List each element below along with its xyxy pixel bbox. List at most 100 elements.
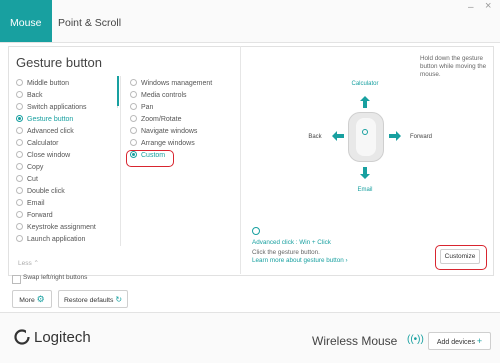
- option-label: Copy: [27, 164, 44, 171]
- option-label: Zoom/Rotate: [141, 116, 182, 123]
- wireless-signal-icon: ((•)): [407, 334, 424, 345]
- logitech-logo-icon: [14, 329, 30, 345]
- option-double-click[interactable]: Double click: [16, 186, 96, 198]
- arrow-down-icon: [360, 167, 370, 179]
- option-close-window[interactable]: Close window: [16, 150, 96, 162]
- mouse-illustration-inner: [356, 118, 376, 156]
- close-button[interactable]: ×: [485, 0, 491, 12]
- option-media-controls[interactable]: Media controls: [130, 90, 212, 102]
- gesture-instruction: Click the gesture button.: [252, 249, 320, 256]
- learn-more-link[interactable]: Learn more about gesture button ›: [252, 257, 348, 265]
- option-label: Media controls: [141, 92, 187, 99]
- option-keystroke-assignment[interactable]: Keystroke assignment: [16, 222, 96, 234]
- gesture-up-label: Calculator: [351, 81, 379, 87]
- option-copy[interactable]: Copy: [16, 162, 96, 174]
- restore-label: Restore defaults: [63, 297, 114, 304]
- gesture-right-label: Forward: [409, 134, 432, 140]
- gesture-hint: Hold down the gesture button while movin…: [420, 55, 487, 78]
- option-label: Windows management: [141, 80, 213, 87]
- tab-point-scroll[interactable]: Point & Scroll: [48, 0, 131, 42]
- learn-more-label: Learn more about gesture button: [252, 257, 344, 264]
- option-label: Gesture button: [27, 116, 74, 123]
- add-devices-label: Add devices: [436, 339, 475, 346]
- gear-icon: ⚙: [36, 294, 45, 304]
- radio-empty-icon: [130, 78, 137, 86]
- option-label: Navigate windows: [141, 128, 198, 135]
- option-calculator[interactable]: Calculator: [16, 138, 96, 150]
- less-toggle[interactable]: Less ⌃: [18, 259, 39, 267]
- gesture-button-icon: [252, 227, 260, 235]
- radio-empty-icon: [130, 102, 137, 110]
- option-label: Keystroke assignment: [27, 224, 96, 231]
- radio-empty-icon: [130, 126, 137, 134]
- custom-highlight: [126, 150, 174, 167]
- radio-empty-icon: [16, 222, 23, 230]
- radio-empty-icon: [16, 186, 23, 194]
- option-label: Calculator: [27, 140, 59, 147]
- option-launch-application[interactable]: Launch application: [16, 234, 96, 246]
- option-gesture-button[interactable]: Gesture button: [16, 114, 96, 126]
- option-label: Cut: [27, 176, 38, 183]
- radio-empty-icon: [130, 90, 137, 98]
- option-label: Pan: [141, 104, 154, 111]
- chevron-up-icon: ⌃: [33, 260, 39, 267]
- swap-label: Swap left/right buttons: [23, 274, 88, 281]
- option-navigate-windows[interactable]: Navigate windows: [130, 126, 212, 138]
- option-label: Advanced click: [27, 128, 74, 135]
- less-label: Less: [18, 260, 32, 267]
- option-label: Back: [27, 92, 43, 99]
- radio-empty-icon: [16, 210, 23, 218]
- section-title: Gesture button: [16, 55, 102, 70]
- option-forward[interactable]: Forward: [16, 210, 96, 222]
- more-button[interactable]: More ⚙: [12, 290, 52, 308]
- radio-empty-icon: [130, 114, 137, 122]
- option-advanced-click[interactable]: Advanced click: [16, 126, 96, 138]
- arrow-left-icon: [332, 131, 344, 141]
- arrow-right-icon: [389, 131, 401, 141]
- gesture-down-label: Email: [357, 187, 373, 193]
- radio-empty-icon: [16, 234, 23, 242]
- arrow-up-icon: [360, 96, 370, 108]
- option-email[interactable]: Email: [16, 198, 96, 210]
- gesture-button-marker: [362, 129, 368, 135]
- option-windows-management[interactable]: Windows management: [130, 78, 212, 90]
- option-label: Close window: [27, 152, 71, 159]
- option-label: Double click: [27, 188, 65, 195]
- customize-button[interactable]: Customize: [440, 249, 480, 264]
- swap-checkbox[interactable]: [12, 275, 21, 284]
- radio-empty-icon: [16, 174, 23, 182]
- gesture-assignment: Advanced click : Win + Click: [252, 239, 331, 246]
- brand-name: Logitech: [34, 329, 91, 346]
- option-label: Middle button: [27, 80, 70, 87]
- radio-empty-icon: [16, 162, 23, 170]
- option-back[interactable]: Back: [16, 90, 96, 102]
- minimize-button[interactable]: –: [468, 2, 474, 13]
- radio-empty-icon: [130, 138, 137, 146]
- option-middle-button[interactable]: Middle button: [16, 78, 96, 90]
- option-label: Arrange windows: [141, 140, 195, 147]
- option-switch-applications[interactable]: Switch applications: [16, 102, 96, 114]
- option-zoom-rotate[interactable]: Zoom/Rotate: [130, 114, 212, 126]
- radio-empty-icon: [16, 126, 23, 134]
- radio-empty-icon: [16, 102, 23, 110]
- restore-defaults-button[interactable]: Restore defaults ↻: [58, 290, 128, 308]
- radio-empty-icon: [16, 198, 23, 206]
- radio-empty-icon: [16, 90, 23, 98]
- refresh-icon: ↻: [115, 295, 123, 304]
- gesture-left-label: Back: [308, 134, 322, 140]
- device-name: Wireless Mouse: [312, 334, 398, 348]
- radio-selected-icon: [16, 114, 23, 122]
- more-label: More: [19, 297, 35, 304]
- panel-divider: [240, 46, 241, 274]
- option-pan[interactable]: Pan: [130, 102, 212, 114]
- option-arrange-windows[interactable]: Arrange windows: [130, 138, 212, 150]
- radio-empty-icon: [16, 150, 23, 158]
- left-options-list: Middle button Back Switch applications Gest…: [16, 78, 96, 246]
- option-cut[interactable]: Cut: [16, 174, 96, 186]
- column-divider: [120, 76, 121, 246]
- option-label: Email: [27, 200, 45, 207]
- tab-mouse[interactable]: Mouse: [0, 0, 52, 42]
- list-scrollbar[interactable]: [117, 76, 119, 106]
- radio-empty-icon: [16, 138, 23, 146]
- add-devices-button[interactable]: Add devices +: [428, 332, 491, 350]
